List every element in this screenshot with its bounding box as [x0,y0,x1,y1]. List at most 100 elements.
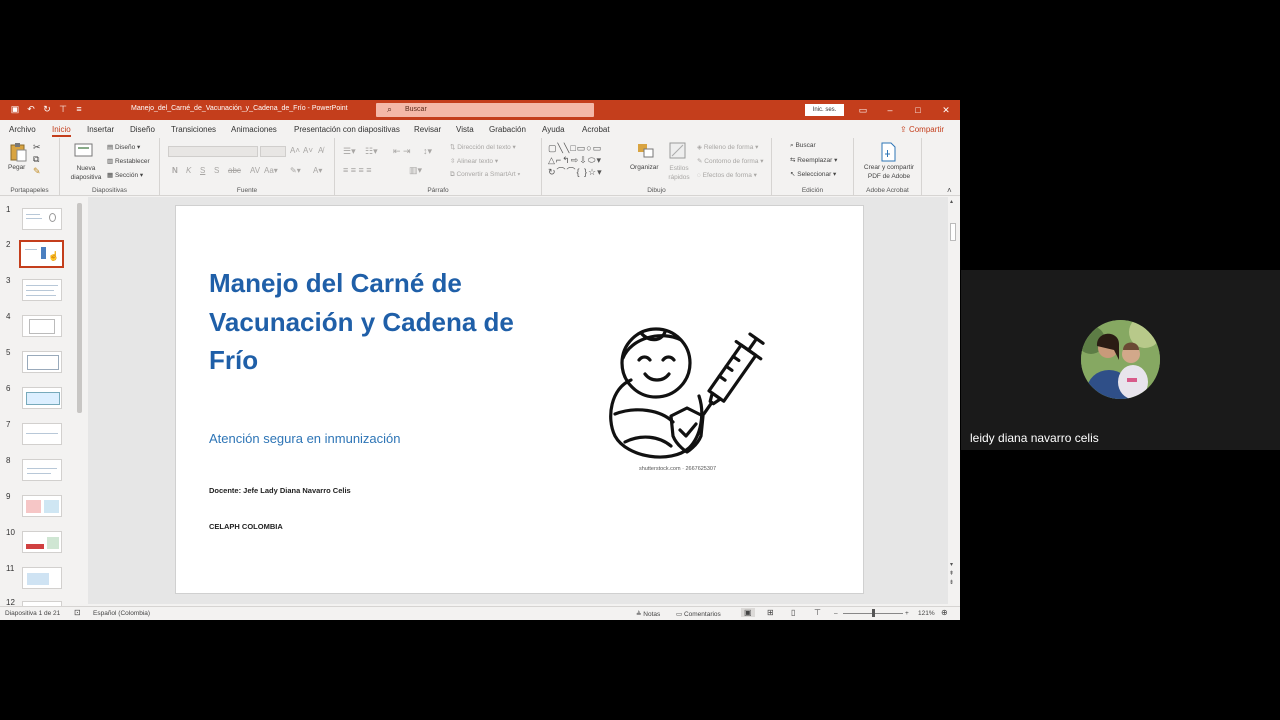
minimize-icon[interactable]: – [884,103,896,117]
quick-styles-icon[interactable] [668,142,690,162]
paste-label[interactable]: Pegar [8,164,25,171]
indent-icon[interactable]: ⇤ ⇥ [393,146,411,157]
normal-view-icon[interactable]: ▣ [741,608,755,617]
numbering-icon[interactable]: ☷▾ [365,146,378,157]
line-spacing-icon[interactable]: ↕▾ [423,146,432,157]
underline-icon[interactable]: S [200,166,205,175]
slide-thumbnail-11[interactable] [22,567,62,589]
thumbnails-scrollbar[interactable] [76,197,84,604]
zoom-in-icon[interactable]: + [905,610,909,617]
zoom-out-icon[interactable]: – [834,610,838,617]
tab-inicio[interactable]: Inicio [52,125,71,137]
bold-icon[interactable]: N [172,166,178,175]
italic-icon[interactable]: K [186,166,191,175]
new-slide-button[interactable]: Nueva diapositiva [64,164,108,182]
notes-button[interactable]: ≜ Notas [636,610,660,618]
tab-revisar[interactable]: Revisar [414,125,441,134]
maximize-icon[interactable]: □ [912,103,924,117]
slide-thumbnail-3[interactable] [22,279,62,301]
scroll-thumb[interactable] [77,203,82,413]
find-button[interactable]: ⌕ Buscar [790,142,816,150]
zoom-slider-thumb[interactable] [872,609,875,617]
shape-effects-button[interactable]: ◌ Efectos de forma ▾ [697,171,757,179]
arrange-icon[interactable] [636,142,658,162]
scroll-up-icon[interactable]: ▴ [950,198,953,205]
next-slide-icon[interactable]: ⇟ [949,579,954,586]
shrink-font-icon[interactable]: A˅ [303,146,313,155]
bullets-icon[interactable]: ☰▾ [343,146,356,157]
copy-icon[interactable]: ⧉ [33,154,39,165]
accessibility-icon[interactable]: ⊡ [74,608,81,617]
participant-tile[interactable]: leidy diana navarro celis [961,270,1280,450]
pdf-icon[interactable] [879,142,901,162]
tab-transiciones[interactable]: Transiciones [171,125,216,134]
highlight-icon[interactable]: ✎▾ [290,166,301,175]
slideshow-view-icon[interactable]: ⊤ [814,608,821,617]
slide-thumbnail-9[interactable] [22,495,62,517]
align-icons[interactable]: ≡ ≡ ≡ ≡ [343,165,372,175]
slide-thumbnail-5[interactable] [22,351,62,373]
shape-outline-button[interactable]: ✎ Contorno de forma ▾ [697,157,764,165]
slide-thumbnail-10[interactable] [22,531,62,553]
format-painter-icon[interactable]: ✎ [33,166,41,177]
sign-in-button[interactable]: Inic. ses. [805,104,844,116]
reset-button[interactable]: ▥ Restablecer [107,157,150,165]
tab-animaciones[interactable]: Animaciones [231,125,277,134]
columns-icon[interactable]: ▥▾ [409,165,422,176]
prev-slide-icon[interactable]: ⇞ [949,570,954,577]
slide-thumbnail-8[interactable] [22,459,62,481]
shadow-icon[interactable]: S [214,166,219,175]
arrange-button[interactable]: Organizar [630,164,659,171]
font-name-select[interactable] [168,146,258,157]
close-icon[interactable]: ✕ [940,103,952,117]
scroll-thumb[interactable] [950,223,956,241]
strike-icon[interactable]: abc [228,166,241,175]
slide-thumbnail-4[interactable] [22,315,62,337]
sorter-view-icon[interactable]: ⊞ [767,608,774,617]
canvas-scrollbar[interactable]: ▴ ▾ ⇞ ⇟ [948,197,958,604]
ribbon-display-icon[interactable]: ▭ [857,103,869,117]
align-text-button[interactable]: ⇳ Alinear texto ▾ [450,157,498,165]
undo-icon[interactable]: ↶ [26,104,36,115]
redo-icon[interactable]: ↻ [42,104,52,115]
slide-teacher[interactable]: Docente: Jefe Lady Diana Navarro Celis [209,486,351,495]
slide-thumbnail-6[interactable] [22,387,62,409]
customize-qat-icon[interactable]: ≡ [74,104,84,115]
paste-icon[interactable] [8,142,30,162]
tab-presentacion[interactable]: Presentación con diapositivas [294,125,400,134]
language-status[interactable]: Español (Colombia) [93,610,150,617]
tab-insertar[interactable]: Insertar [87,125,114,134]
case-icon[interactable]: Aa▾ [264,166,278,175]
spacing-icon[interactable]: AV [250,166,260,175]
smartart-button[interactable]: ⧉ Convertir a SmartArt ▾ [450,171,520,179]
section-button[interactable]: ▦ Sección ▾ [107,171,143,179]
tab-diseno[interactable]: Diseño [130,125,155,134]
text-direction-button[interactable]: ⇅ Dirección del texto ▾ [450,143,516,151]
share-button[interactable]: ⇪ Compartir [900,125,944,134]
replace-button[interactable]: ⇆ Reemplazar ▾ [790,156,837,164]
select-button[interactable]: ↖ Seleccionar ▾ [790,170,836,178]
new-slide-icon[interactable] [74,142,96,162]
present-icon[interactable]: ⊤ [58,104,68,115]
grow-font-icon[interactable]: A˄ [290,146,300,155]
collapse-ribbon-icon[interactable]: ˄ [947,186,952,195]
slide-thumbnail-7[interactable] [22,423,62,445]
slide-organization[interactable]: CELAPH COLOMBIA [209,522,283,531]
slide-title[interactable]: Manejo del Carné de Vacunación y Cadena … [209,264,529,380]
tab-archivo[interactable]: Archivo [9,125,36,134]
fit-slide-icon[interactable]: ⊕ [941,608,948,617]
slide-thumbnail-1[interactable] [22,208,62,230]
tab-grabacion[interactable]: Grabación [489,125,526,134]
shapes-gallery[interactable]: ▢╲╲□▭○▭ △⌐↰⇨⇩⬭▾ ↻⌒⌒{ }☆▾ [548,142,628,178]
slide-subtitle[interactable]: Atención segura en inmunización [209,431,401,446]
tab-vista[interactable]: Vista [456,125,474,134]
zoom-level[interactable]: 121% [918,610,935,617]
reading-view-icon[interactable]: ▯ [791,608,795,617]
quick-styles-button[interactable]: Estilos rápidos [665,164,693,182]
layout-button[interactable]: ▤ Diseño ▾ [107,143,140,151]
clear-format-icon[interactable]: A̸ [318,146,323,155]
comments-button[interactable]: ▭ Comentarios [676,610,721,618]
font-color-icon[interactable]: A▾ [313,166,322,175]
shape-fill-button[interactable]: ◈ Relleno de forma ▾ [697,143,758,151]
baby-vaccine-icon[interactable] [601,318,771,463]
